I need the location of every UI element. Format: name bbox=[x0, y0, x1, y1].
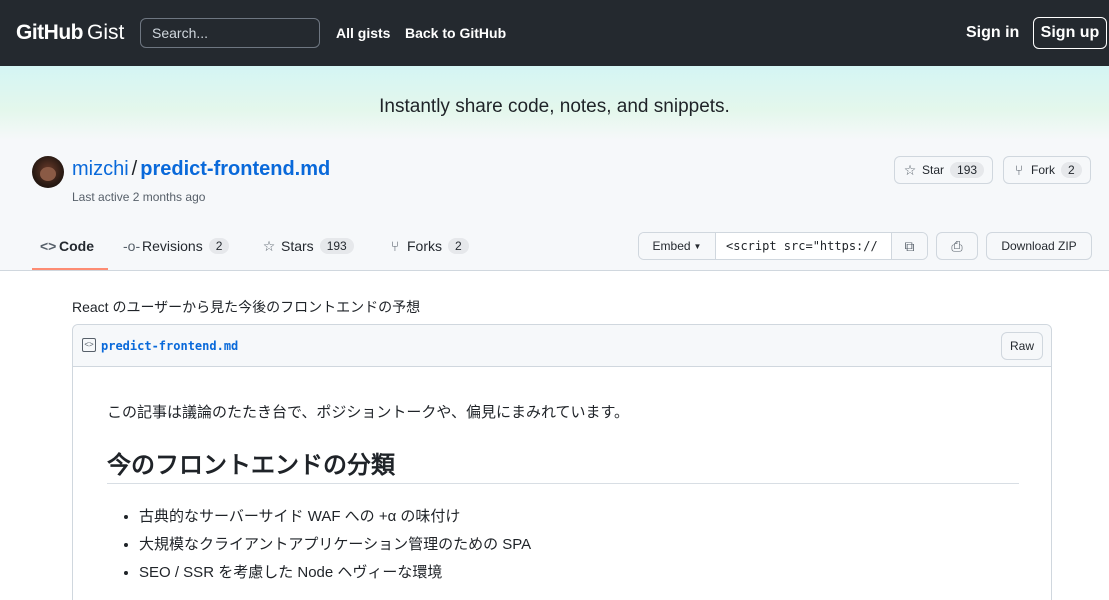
tab-revisions[interactable]: -o- Revisions 2 bbox=[123, 236, 230, 256]
tab-code-label: Code bbox=[59, 238, 94, 254]
embed-url-input[interactable]: <script src="https:// bbox=[716, 233, 891, 259]
download-zip-button[interactable]: Download ZIP bbox=[986, 232, 1092, 260]
code-icon: <> bbox=[40, 238, 57, 254]
commit-icon: -o- bbox=[123, 238, 141, 254]
open-desktop-button[interactable]: ⎙ bbox=[936, 232, 978, 260]
active-tab-indicator bbox=[32, 268, 108, 270]
fork-button[interactable]: ⑂ Fork 2 bbox=[1003, 156, 1091, 184]
last-active-text: Last active 2 months ago bbox=[72, 190, 206, 204]
fork-label: Fork bbox=[1031, 163, 1055, 177]
star-label: Star bbox=[922, 163, 945, 177]
heading-divider bbox=[107, 483, 1019, 484]
list-item: 古典的なサーバーサイド WAF への +α の味付け bbox=[139, 503, 531, 531]
search-input[interactable]: Search... bbox=[140, 18, 320, 48]
sign-in-link[interactable]: Sign in bbox=[966, 24, 1019, 42]
section-heading: 今のフロントエンドの分類 bbox=[107, 452, 395, 479]
markdown-body: この記事は議論のたたき台で、ポジショントークや、偏見にまみれています。 今のフロ… bbox=[107, 401, 1019, 581]
tab-forks-label: Forks bbox=[407, 238, 442, 254]
nav-link-back-to-github[interactable]: Back to GitHub bbox=[405, 25, 506, 41]
forks-count: 2 bbox=[448, 238, 469, 254]
chevron-down-icon: ▼ bbox=[693, 241, 702, 251]
gist-name-link[interactable]: predict-frontend.md bbox=[140, 158, 330, 180]
tab-revisions-label: Revisions bbox=[142, 238, 203, 254]
github-gist-logo[interactable]: GitHub Gist bbox=[16, 19, 124, 47]
star-icon: ☆ bbox=[903, 161, 917, 178]
fork-icon: ⑂ bbox=[390, 238, 400, 254]
title-separator: / bbox=[131, 158, 138, 180]
embed-clone-group: Embed ▼ <script src="https:// ⧉ bbox=[638, 232, 928, 260]
embed-select-label: Embed bbox=[652, 239, 691, 253]
gist-title: mizchi / predict-frontend.md bbox=[72, 158, 330, 181]
code-file-icon: <> bbox=[82, 338, 96, 352]
banner-tagline: Instantly share code, notes, and snippet… bbox=[379, 96, 730, 117]
logo-gist-text: Gist bbox=[86, 21, 125, 44]
embed-select[interactable]: Embed ▼ bbox=[639, 233, 716, 259]
raw-button[interactable]: Raw bbox=[1001, 332, 1044, 360]
copy-icon: ⧉ bbox=[904, 237, 915, 254]
gist-description: React のユーザーから見た今後のフロントエンドの予想 bbox=[72, 299, 421, 315]
fork-icon: ⑂ bbox=[1014, 162, 1024, 178]
file-container: <> predict-frontend.md Raw この記事は議論のたたき台で… bbox=[72, 324, 1052, 600]
gist-owner-link[interactable]: mizchi bbox=[72, 158, 129, 180]
stars-count: 193 bbox=[319, 238, 354, 254]
tab-stars-label: Stars bbox=[281, 238, 314, 254]
intro-paragraph: この記事は議論のたたき台で、ポジショントークや、偏見にまみれています。 bbox=[107, 404, 630, 421]
star-count: 193 bbox=[950, 162, 985, 178]
sign-up-button[interactable]: Sign up bbox=[1033, 17, 1107, 49]
tab-forks[interactable]: ⑂ Forks 2 bbox=[388, 236, 469, 256]
fork-count: 2 bbox=[1061, 162, 1082, 178]
revisions-count: 2 bbox=[208, 238, 230, 254]
top-navigation-bar: GitHub Gist Search... All gists Back to … bbox=[0, 0, 1109, 66]
file-name-link[interactable]: predict-frontend.md bbox=[101, 339, 238, 353]
copy-button[interactable]: ⧉ bbox=[891, 233, 927, 259]
star-icon: ☆ bbox=[262, 237, 276, 254]
list-item: SEO / SSR を考慮した Node ヘヴィーな環境 bbox=[139, 559, 531, 587]
avatar[interactable] bbox=[32, 156, 64, 188]
tab-code[interactable]: <> Code bbox=[40, 236, 94, 256]
nav-link-all-gists[interactable]: All gists bbox=[336, 25, 390, 41]
logo-github-text: GitHub bbox=[16, 21, 83, 44]
desktop-download-icon: ⎙ bbox=[951, 237, 963, 254]
tab-stars[interactable]: ☆ Stars 193 bbox=[262, 236, 354, 256]
file-header: <> predict-frontend.md Raw bbox=[73, 325, 1051, 367]
classification-list: 古典的なサーバーサイド WAF への +α の味付け 大規模なクライアントアプリ… bbox=[139, 503, 531, 587]
hero-banner: Instantly share code, notes, and snippet… bbox=[0, 66, 1109, 140]
list-item: 大規模なクライアントアプリケーション管理のための SPA bbox=[139, 531, 531, 559]
star-button[interactable]: ☆ Star 193 bbox=[894, 156, 994, 184]
